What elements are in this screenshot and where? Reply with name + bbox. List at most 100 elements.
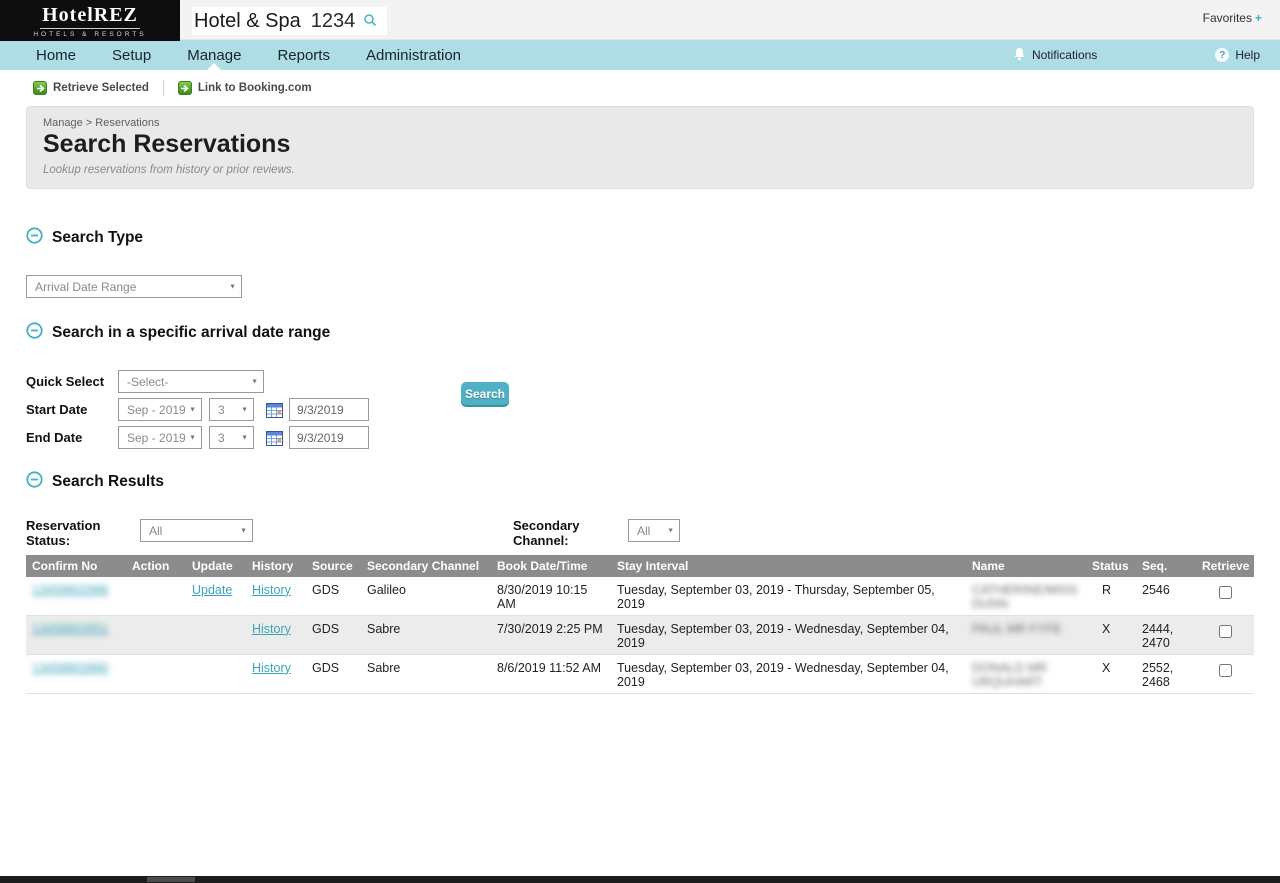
seq-cell: 2444, 2470 xyxy=(1142,621,1174,650)
quick-select-dropdown[interactable]: -Select- ▼ xyxy=(118,370,264,393)
book-datetime-cell: 7/30/2019 2:25 PM xyxy=(497,621,603,636)
table-header-row: Confirm No Action Update History Source … xyxy=(26,554,1254,577)
main-nav: Home Setup Manage Reports Administration… xyxy=(0,40,1280,70)
reservation-status-dropdown[interactable]: All ▼ xyxy=(140,519,253,542)
active-tab-notch xyxy=(207,63,222,70)
search-type-value: Arrival Date Range xyxy=(35,279,137,294)
end-date-input[interactable] xyxy=(289,426,369,449)
history-link[interactable]: History xyxy=(252,622,291,636)
retrieve-selected-button[interactable]: Retrieve Selected xyxy=(33,81,149,95)
chevron-down-icon: ▼ xyxy=(229,283,236,290)
hotelrez-logo[interactable]: HotelREZ HOTELS & RESORTS xyxy=(0,0,180,41)
nav-item-home[interactable]: Home xyxy=(36,40,94,70)
quick-select-label: Quick Select xyxy=(26,374,105,389)
start-date-input[interactable] xyxy=(289,398,369,421)
help-icon: ? xyxy=(1215,48,1230,62)
search-results-section-header: Search Results xyxy=(26,471,1254,493)
col-confirm-no: Confirm No xyxy=(26,554,126,577)
retrieve-checkbox[interactable] xyxy=(1218,624,1232,638)
page-subtitle: Lookup reservations from history or prio… xyxy=(43,164,295,176)
action-cell xyxy=(126,577,186,616)
history-link[interactable]: History xyxy=(252,661,291,675)
start-day-dropdown[interactable]: 3 ▼ xyxy=(209,398,254,421)
stay-interval-cell: Tuesday, September 03, 2019 - Thursday, … xyxy=(617,582,935,611)
nav-item-administration[interactable]: Administration xyxy=(348,40,479,70)
end-month-value: Sep - 2019 xyxy=(127,430,186,445)
col-action: Action xyxy=(126,554,186,577)
notifications-button[interactable]: Notifications xyxy=(1013,47,1097,64)
nav-item-manage[interactable]: Manage xyxy=(169,40,259,70)
status-cell: X xyxy=(1102,621,1111,636)
retrieve-selected-label: Retrieve Selected xyxy=(53,82,149,94)
help-button[interactable]: ? Help xyxy=(1215,48,1260,62)
secondary-channel-label: Secondary Channel: xyxy=(513,518,580,548)
retrieve-header-label: Retrieve xyxy=(1202,558,1250,573)
col-stay-interval: Stay Interval xyxy=(611,554,966,577)
search-results-title: Search Results xyxy=(52,473,164,490)
confirm-no-link[interactable]: 13458802880 xyxy=(32,661,108,675)
col-secondary-channel: Secondary Channel xyxy=(361,554,491,577)
end-month-dropdown[interactable]: Sep - 2019 ▼ xyxy=(118,426,202,449)
green-arrow-icon xyxy=(33,81,47,95)
retrieve-checkbox[interactable] xyxy=(1218,585,1232,599)
nav-item-reports[interactable]: Reports xyxy=(259,40,348,70)
nav-item-setup[interactable]: Setup xyxy=(94,40,169,70)
results-filters: Reservation Status: All ▼ Secondary Chan… xyxy=(26,518,1254,549)
col-source: Source xyxy=(306,554,361,577)
update-link[interactable]: Update xyxy=(192,583,232,597)
end-day-dropdown[interactable]: 3 ▼ xyxy=(209,426,254,449)
chevron-down-icon: ▼ xyxy=(251,378,258,385)
page: HotelREZ HOTELS & RESORTS Hotel & Spa 12… xyxy=(0,0,1280,883)
chevron-down-icon: ▼ xyxy=(189,434,196,441)
link-to-booking-button[interactable]: Link to Booking.com xyxy=(177,81,312,95)
end-calendar-icon[interactable] xyxy=(266,430,283,446)
start-date-row: Start Date Sep - 2019 ▼ 3 ▼ xyxy=(26,398,1254,421)
horizontal-scrollbar[interactable] xyxy=(0,876,1280,883)
secondary-channel-cell: Sabre xyxy=(367,660,401,675)
collapse-icon[interactable] xyxy=(26,227,43,249)
history-link[interactable]: History xyxy=(252,583,291,597)
source-cell: GDS xyxy=(312,621,340,636)
collapse-icon[interactable] xyxy=(26,322,43,344)
col-seq: Seq. xyxy=(1136,554,1196,577)
end-date-row: End Date Sep - 2019 ▼ 3 ▼ xyxy=(26,426,1254,449)
chevron-down-icon: ▼ xyxy=(241,406,248,413)
confirm-no-link[interactable]: 13458802851 xyxy=(32,622,108,636)
nav-item-label: Setup xyxy=(112,46,152,64)
help-label: Help xyxy=(1235,48,1260,62)
chevron-down-icon: ▼ xyxy=(667,527,674,534)
quick-select-row: Quick Select -Select- ▼ xyxy=(26,370,1254,393)
update-cell xyxy=(186,654,246,693)
search-type-select[interactable]: Arrival Date Range ▼ xyxy=(26,275,242,298)
nav-item-label: Administration xyxy=(365,46,462,64)
date-range-section-header: Search in a specific arrival date range xyxy=(26,322,1254,344)
start-month-value: Sep - 2019 xyxy=(127,402,186,417)
favorites-button[interactable]: Favorites + xyxy=(1203,11,1262,25)
guest-name-cell: CATHERINE/MISS DUNN xyxy=(972,582,1078,611)
status-cell: X xyxy=(1102,660,1111,675)
secondary-channel-value: All xyxy=(637,523,651,538)
secondary-channel-dropdown[interactable]: All ▼ xyxy=(628,519,680,542)
col-book-datetime: Book Date/Time xyxy=(491,554,611,577)
date-range-form: Quick Select -Select- ▼ Start Date Sep -… xyxy=(26,370,1254,449)
logo-subtitle: HOTELS & RESORTS xyxy=(33,30,147,38)
logo-title: HotelREZ xyxy=(40,4,140,29)
scrollbar-thumb[interactable] xyxy=(147,877,195,882)
action-toolbar: Retrieve Selected Link to Booking.com xyxy=(0,70,1280,104)
start-calendar-icon[interactable] xyxy=(266,402,283,418)
chevron-down-icon: ▼ xyxy=(240,527,247,534)
property-name: Hotel & Spa xyxy=(194,9,301,32)
property-search-icon[interactable] xyxy=(363,10,377,33)
toolbar-divider xyxy=(162,80,164,96)
search-button[interactable]: Search xyxy=(461,382,509,405)
search-type-section-header: Search Type xyxy=(26,227,1254,249)
quick-select-value: -Select- xyxy=(127,374,169,389)
collapse-icon[interactable] xyxy=(26,471,43,493)
col-name: Name xyxy=(966,554,1086,577)
confirm-no-link[interactable]: 13458802986 xyxy=(32,583,108,597)
breadcrumb: Manage > Reservations xyxy=(43,117,160,129)
table-row: 13458802986 Update History GDS Galileo 8… xyxy=(26,577,1254,616)
start-month-dropdown[interactable]: Sep - 2019 ▼ xyxy=(118,398,202,421)
retrieve-checkbox[interactable] xyxy=(1218,663,1232,677)
bell-icon xyxy=(1013,47,1026,64)
